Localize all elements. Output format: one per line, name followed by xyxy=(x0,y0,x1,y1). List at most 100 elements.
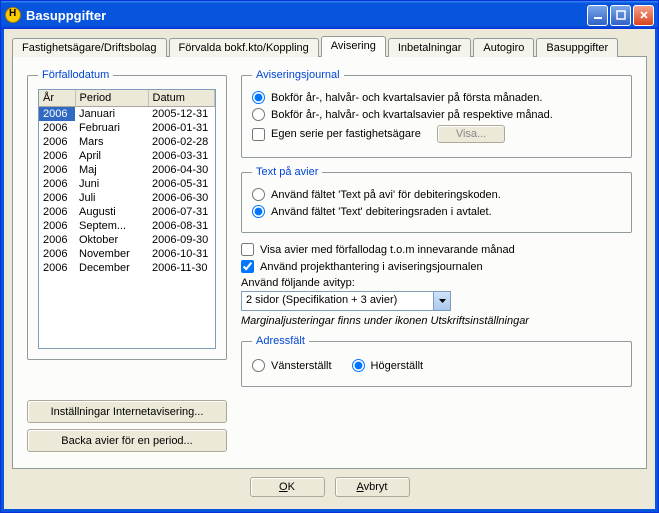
cell-ar: 2006 xyxy=(39,219,75,233)
table-row[interactable]: 2006Mars2006-02-28 xyxy=(39,135,215,149)
cell-ar: 2006 xyxy=(39,135,75,149)
client-area: Fastighetsägare/Driftsbolag Förvalda bok… xyxy=(1,29,658,512)
col-period[interactable]: Period xyxy=(75,90,148,107)
forfallo-table[interactable]: År Period Datum 2006Januari2005-12-31200… xyxy=(39,90,215,275)
cell-period: Juli xyxy=(75,191,148,205)
cell-period: Septem... xyxy=(75,219,148,233)
table-row[interactable]: 2006Augusti2006-07-31 xyxy=(39,205,215,219)
right-column: Aviseringsjournal Bokför år-, halvår- oc… xyxy=(241,69,632,458)
marginal-note: Marginaljusteringar finns under ikonen U… xyxy=(241,315,632,327)
cell-ar: 2006 xyxy=(39,107,75,122)
group-aviseringsjournal: Aviseringsjournal Bokför år-, halvår- oc… xyxy=(241,69,632,158)
cell-ar: 2006 xyxy=(39,247,75,261)
tab-forvalda[interactable]: Förvalda bokf.kto/Koppling xyxy=(169,38,319,57)
cell-period: Oktober xyxy=(75,233,148,247)
tab-label: Avisering xyxy=(331,40,376,52)
cell-ar: 2006 xyxy=(39,149,75,163)
cell-ar: 2006 xyxy=(39,261,75,275)
table-row[interactable]: 2006December2006-11-30 xyxy=(39,261,215,275)
tab-label: Basuppgifter xyxy=(546,42,608,54)
tab-autogiro[interactable]: Autogiro xyxy=(473,38,534,57)
checkbox-input[interactable] xyxy=(241,260,254,273)
cell-datum: 2005-12-31 xyxy=(148,107,215,122)
maximize-icon xyxy=(616,10,626,20)
table-row[interactable]: 2006April2006-03-31 xyxy=(39,149,215,163)
cell-period: Juni xyxy=(75,177,148,191)
table-row[interactable]: 2006Maj2006-04-30 xyxy=(39,163,215,177)
radio-hogerstallt[interactable]: Högerställt xyxy=(352,359,424,372)
check-egen-serie[interactable]: Egen serie per fastighetsägare Visa... xyxy=(252,125,621,143)
table-row[interactable]: 2006Juli2006-06-30 xyxy=(39,191,215,205)
tab-basuppgifter[interactable]: Basuppgifter xyxy=(536,38,618,57)
maximize-button[interactable] xyxy=(610,5,631,26)
table-row[interactable]: 2006Septem...2006-08-31 xyxy=(39,219,215,233)
dialog-buttons: OK Avbryt xyxy=(12,469,647,501)
checkbox-input[interactable] xyxy=(241,243,254,256)
tab-fastighetsagare[interactable]: Fastighetsägare/Driftsbolag xyxy=(12,38,167,57)
tab-avisering[interactable]: Avisering xyxy=(321,36,386,57)
table-row[interactable]: 2006Januari2005-12-31 xyxy=(39,107,215,122)
radio-input[interactable] xyxy=(252,205,265,218)
cell-datum: 2006-06-30 xyxy=(148,191,215,205)
group-text-pa-avier: Text på avier Använd fältet 'Text på avi… xyxy=(241,166,632,233)
avityp-select[interactable]: 2 sidor (Specifikation + 3 avier) xyxy=(241,291,451,311)
radio-input[interactable] xyxy=(252,108,265,121)
table-row[interactable]: 2006Juni2006-05-31 xyxy=(39,177,215,191)
cancel-button[interactable]: Avbryt xyxy=(335,477,410,497)
group-adressfalt: Adressfält Vänsterställt Högerställt xyxy=(241,335,632,387)
checkbox-input[interactable] xyxy=(252,128,265,141)
cell-ar: 2006 xyxy=(39,163,75,177)
radio-text-pa-avi[interactable]: Använd fältet 'Text på avi' för debiteri… xyxy=(252,188,621,201)
cell-period: November xyxy=(75,247,148,261)
window-title: Basuppgifter xyxy=(26,8,587,23)
titlebar: Basuppgifter xyxy=(1,1,658,29)
col-ar[interactable]: År xyxy=(39,90,75,107)
cell-period: Maj xyxy=(75,163,148,177)
check-label: Använd projekthantering i aviseringsjour… xyxy=(260,261,483,273)
radio-input[interactable] xyxy=(252,188,265,201)
check-label: Visa avier med förfallodag t.o.m innevar… xyxy=(260,244,515,256)
close-button[interactable] xyxy=(633,5,654,26)
check-label: Egen serie per fastighetsägare xyxy=(271,128,421,140)
cell-datum: 2006-01-31 xyxy=(148,121,215,135)
table-row[interactable]: 2006November2006-10-31 xyxy=(39,247,215,261)
cell-datum: 2006-02-28 xyxy=(148,135,215,149)
close-icon xyxy=(639,10,649,20)
cell-ar: 2006 xyxy=(39,191,75,205)
radio-text-debiteringsrad[interactable]: Använd fältet 'Text' debiteringsraden i … xyxy=(252,205,621,218)
table-row[interactable]: 2006Oktober2006-09-30 xyxy=(39,233,215,247)
check-visa-avier[interactable]: Visa avier med förfallodag t.o.m innevar… xyxy=(241,243,632,256)
backa-avier-button[interactable]: Backa avier för en period... xyxy=(27,429,227,452)
dropdown-button[interactable] xyxy=(433,292,450,310)
cell-ar: 2006 xyxy=(39,233,75,247)
cell-period: Januari xyxy=(75,107,148,122)
tab-inbetalningar[interactable]: Inbetalningar xyxy=(388,38,472,57)
table-row[interactable]: 2006Februari2006-01-31 xyxy=(39,121,215,135)
cell-period: Augusti xyxy=(75,205,148,219)
check-projekthantering[interactable]: Använd projekthantering i aviseringsjour… xyxy=(241,260,632,273)
radio-input[interactable] xyxy=(352,359,365,372)
tab-label: Förvalda bokf.kto/Koppling xyxy=(179,42,309,54)
minimize-button[interactable] xyxy=(587,5,608,26)
cell-period: Februari xyxy=(75,121,148,135)
cell-datum: 2006-05-31 xyxy=(148,177,215,191)
radio-bokfor-forsta[interactable]: Bokför år-, halvår- och kvartalsavier på… xyxy=(252,91,621,104)
internet-settings-button[interactable]: Inställningar Internetavisering... xyxy=(27,400,227,423)
app-icon xyxy=(5,7,21,23)
cell-datum: 2006-03-31 xyxy=(148,149,215,163)
radio-label: Högerställt xyxy=(371,360,424,372)
tab-label: Fastighetsägare/Driftsbolag xyxy=(22,42,157,54)
radio-label: Använd fältet 'Text' debiteringsraden i … xyxy=(271,206,492,218)
ok-button[interactable]: OK xyxy=(250,477,325,497)
radio-input[interactable] xyxy=(252,91,265,104)
cell-datum: 2006-11-30 xyxy=(148,261,215,275)
cell-datum: 2006-07-31 xyxy=(148,205,215,219)
radio-bokfor-respektive[interactable]: Bokför år-, halvår- och kvartalsavier på… xyxy=(252,108,621,121)
cell-ar: 2006 xyxy=(39,205,75,219)
radio-input[interactable] xyxy=(252,359,265,372)
group-legend: Förfallodatum xyxy=(38,69,113,81)
visa-button: Visa... xyxy=(437,125,505,143)
radio-vansterstallt[interactable]: Vänsterställt xyxy=(252,359,332,372)
chevron-down-icon xyxy=(439,299,446,303)
col-datum[interactable]: Datum xyxy=(148,90,215,107)
